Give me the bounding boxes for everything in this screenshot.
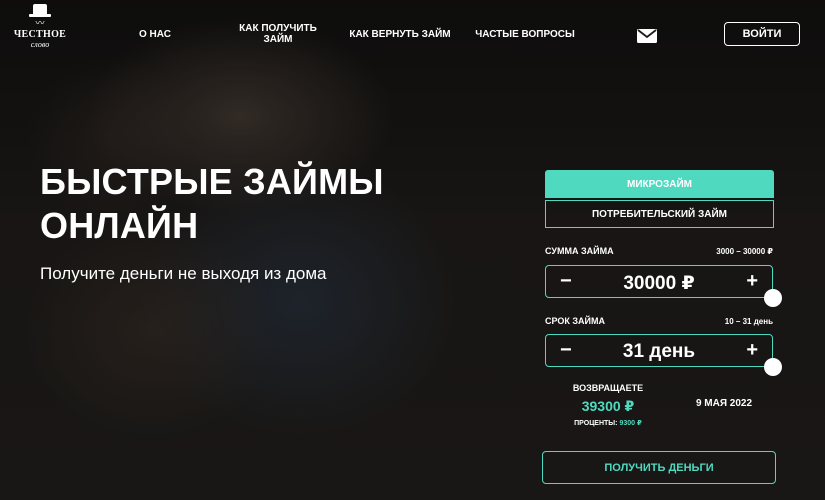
tab-consumer-loan[interactable]: ПОТРЕБИТЕЛЬСКИЙ ЗАЙМ [545, 200, 774, 228]
envelope-icon[interactable] [637, 29, 657, 43]
hero-subtitle: Получите деньги не выходя из дома [40, 264, 327, 283]
page: 〰 ЧЕСТНОЕ слово О НАС КАК ПОЛУЧИТЬ ЗАЙМ … [0, 0, 825, 500]
return-date: 9 МАЯ 2022 [695, 398, 753, 409]
nav-faq[interactable]: ЧАСТЫЕ ВОПРОСЫ [470, 29, 580, 40]
top-hat-icon [33, 4, 47, 14]
tab-microloan[interactable]: МИКРОЗАЙМ [545, 170, 774, 198]
term-range: 10 – 31 день [724, 317, 773, 326]
amount-slider-handle[interactable] [764, 289, 782, 307]
return-label: ВОЗВРАЩАЕТЕ [572, 383, 644, 393]
amount-value: 30000 ₽ [623, 273, 695, 294]
logo-text-line2: слово [30, 40, 50, 49]
interest-label: ПРОЦЕНТЫ: [574, 420, 618, 427]
hat-brim [29, 14, 51, 17]
amount-range: 3000 – 30000 ₽ [716, 247, 773, 256]
brand-logo[interactable]: 〰 ЧЕСТНОЕ слово [13, 4, 67, 49]
term-value: 31 день [622, 341, 696, 362]
amount-stepper: − 30000 ₽ + [545, 265, 773, 298]
interest-value: 9300 ₽ [619, 420, 642, 427]
amount-label: СУММА ЗАЙМА [545, 246, 614, 256]
hero-title-line1: БЫСТРЫЕ ЗАЙМЫ [40, 161, 384, 202]
amount-plus-button[interactable]: + [746, 270, 758, 292]
login-button[interactable]: ВОЙТИ [724, 22, 800, 46]
term-slider-handle[interactable] [764, 358, 782, 376]
hero-title: БЫСТРЫЕ ЗАЙМЫ ОНЛАЙН [40, 160, 384, 248]
term-stepper: − 31 день + [545, 334, 773, 367]
nav-how-to-repay[interactable]: КАК ВЕРНУТЬ ЗАЙМ [345, 29, 455, 40]
nav-about[interactable]: О НАС [130, 29, 180, 40]
get-money-button[interactable]: ПОЛУЧИТЬ ДЕНЬГИ [542, 451, 776, 484]
interest-info: ПРОЦЕНТЫ: 9300 ₽ [556, 419, 660, 427]
term-label: СРОК ЗАЙМА [545, 316, 605, 326]
nav-how-to-get-loan[interactable]: КАК ПОЛУЧИТЬ ЗАЙМ [228, 23, 328, 45]
mustache-icon: 〰 [35, 18, 45, 28]
return-amount: 39300 ₽ [581, 398, 635, 414]
term-plus-button[interactable]: + [746, 339, 758, 361]
hero-title-line2: ОНЛАЙН [40, 205, 199, 246]
logo-text-line1: ЧЕСТНОЕ [13, 29, 67, 40]
